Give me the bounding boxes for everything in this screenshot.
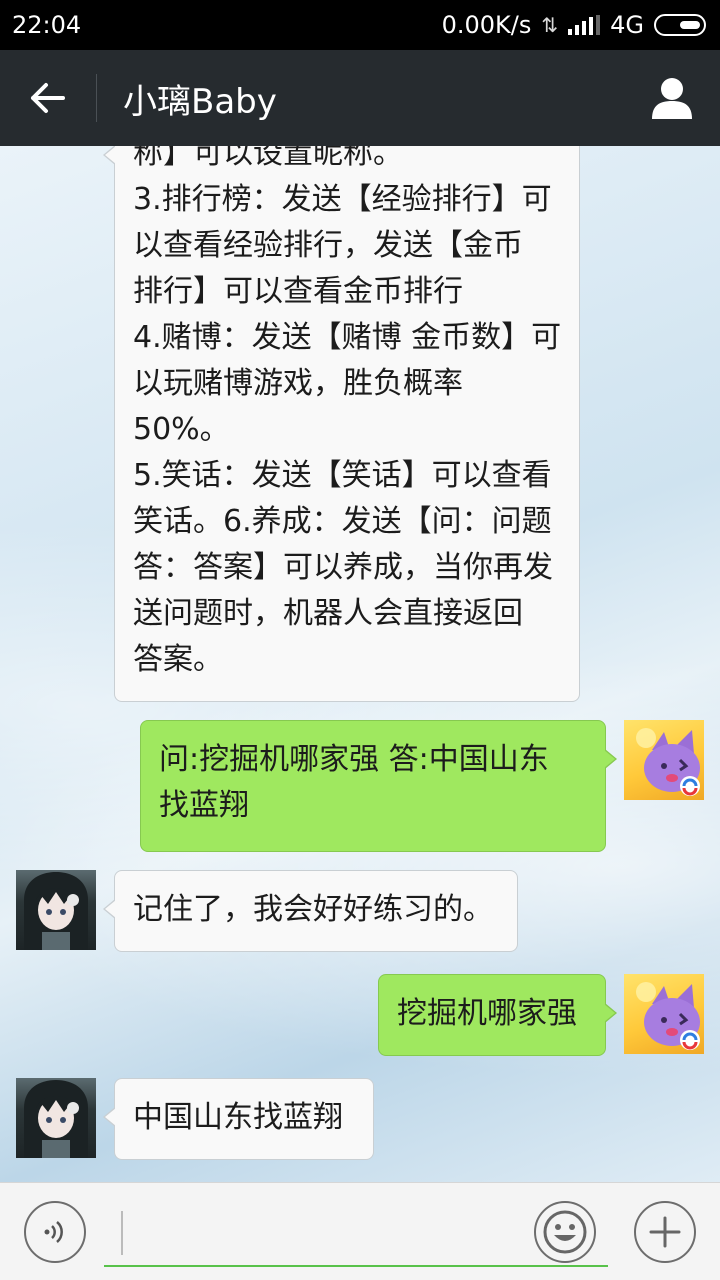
message-text-line: 答案。 — [133, 642, 223, 677]
bot-message-bubble[interactable]: 记住了，我会好好练习的。 — [103, 870, 518, 952]
profile-button[interactable] — [624, 50, 720, 146]
person-icon — [652, 78, 692, 119]
chat-message-list[interactable]: 称】可以设置昵称。 3.排行榜：发送【经验排行】可 以查看经验排行，发送【金币 … — [0, 146, 720, 1182]
message-input-bar — [0, 1182, 720, 1280]
network-speed: 0.00K/s — [441, 11, 532, 39]
message-text-line: 问:挖掘机哪家强 答:中国山东 — [159, 742, 549, 777]
message-text-line: 送问题时，机器人会直接返回 — [133, 596, 523, 631]
message-text-line: 称】可以设置昵称。 — [133, 146, 403, 171]
back-button[interactable] — [0, 50, 96, 146]
message-text-line: 以玩赌博游戏，胜负概率 — [133, 366, 463, 401]
message-text-line: 找蓝翔 — [159, 788, 249, 823]
plus-icon — [649, 1216, 681, 1248]
emoji-button[interactable] — [534, 1201, 596, 1263]
message-text-line: 4.赌博：发送【赌博 金币数】可 — [133, 320, 562, 355]
user-message-bubble[interactable]: 挖掘机哪家强 — [378, 974, 617, 1056]
user-avatar[interactable] — [624, 720, 704, 800]
anime-girl-icon — [24, 872, 88, 950]
message-input[interactable] — [104, 1205, 608, 1267]
smiley-icon — [543, 1210, 587, 1254]
message-text-line: 答：答案】可以养成，当你再发 — [133, 550, 553, 585]
bot-message-bubble[interactable]: 称】可以设置昵称。 3.排行榜：发送【经验排行】可 以查看经验排行，发送【金币 … — [103, 146, 580, 702]
bot-avatar[interactable] — [16, 1078, 96, 1158]
bot-avatar[interactable] — [16, 870, 96, 950]
battery-icon — [654, 14, 706, 36]
status-bar: 22:04 0.00K/s ⇅ 4G — [0, 0, 720, 50]
user-avatar[interactable] — [624, 974, 704, 1054]
message-text-line: 3.排行榜：发送【经验排行】可 — [133, 182, 552, 217]
message-text-line: 以查看经验排行，发送【金币 — [133, 228, 523, 263]
message-text-line: 记住了，我会好好练习的。 — [133, 892, 493, 927]
chat-title: 小璃Baby — [123, 81, 277, 122]
purple-cat-icon — [636, 982, 700, 1050]
message-text-line: 排行】可以查看金币排行 — [133, 274, 463, 309]
purple-cat-icon — [636, 728, 700, 796]
chat-header: 小璃Baby — [0, 50, 720, 146]
message-text-line: 挖掘机哪家强 — [397, 996, 577, 1031]
message-text-line: 5.笑话：发送【笑话】可以查看 — [133, 458, 552, 493]
bot-message-bubble[interactable]: 中国山东找蓝翔 — [103, 1078, 374, 1160]
data-transfer-icon: ⇅ — [541, 13, 559, 37]
message-text-line: 笑话。6.养成：发送【问：问题 — [133, 504, 552, 539]
status-indicators: 0.00K/s ⇅ 4G — [442, 11, 706, 39]
anime-girl-icon — [24, 1080, 88, 1158]
text-cursor — [121, 1211, 123, 1255]
voice-button[interactable] — [24, 1201, 86, 1263]
voice-icon — [44, 1221, 63, 1243]
more-options-button[interactable] — [634, 1201, 696, 1263]
message-text-line: 中国山东找蓝翔 — [133, 1100, 343, 1135]
network-type: 4G — [610, 11, 644, 39]
user-message-bubble[interactable]: 问:挖掘机哪家强 答:中国山东 找蓝翔 — [140, 720, 617, 852]
header-divider — [96, 74, 97, 122]
arrow-left-icon — [31, 83, 65, 113]
signal-icon — [568, 15, 601, 35]
message-text-line: 50%。 — [133, 412, 230, 447]
status-time: 22:04 — [12, 11, 82, 39]
